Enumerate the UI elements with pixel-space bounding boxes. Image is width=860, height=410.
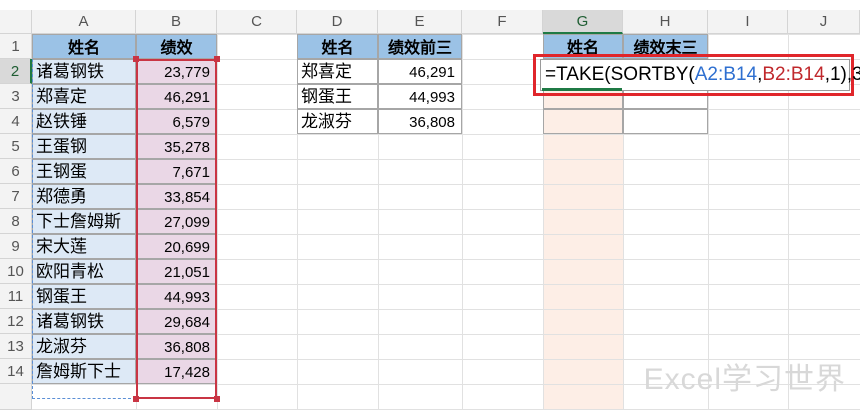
referenced-range-b (136, 59, 217, 399)
spreadsheet[interactable]: A B C D E F G H I J 1 2 3 4 5 6 7 8 9 10… (0, 0, 860, 410)
grid-vline (217, 34, 218, 410)
row-header-2[interactable]: 2 (0, 59, 32, 84)
column-header-c[interactable]: C (217, 10, 297, 34)
column-header-a[interactable]: A (32, 10, 136, 34)
top3-name-cell[interactable]: 钢蛋王 (297, 84, 378, 109)
column-header-j[interactable]: J (788, 10, 860, 34)
grid-vline (462, 34, 463, 410)
select-all-corner[interactable] (0, 10, 32, 34)
row-header-8[interactable]: 8 (0, 209, 32, 234)
cell-g4[interactable] (543, 109, 623, 134)
row-header-6[interactable]: 6 (0, 159, 32, 184)
row-header-7[interactable]: 7 (0, 184, 32, 209)
header-performance[interactable]: 绩效 (136, 34, 217, 59)
cell-h4[interactable] (623, 109, 708, 134)
row-header-13[interactable]: 13 (0, 334, 32, 359)
header-name[interactable]: 姓名 (32, 34, 136, 59)
formula-suffix: ,1),3) (824, 64, 860, 85)
active-cell-indicator (542, 88, 622, 91)
row-header-15[interactable] (0, 384, 32, 410)
column-header-i[interactable]: I (708, 10, 788, 34)
row-header-9[interactable]: 9 (0, 234, 32, 259)
top3-name-cell[interactable]: 龙淑芬 (297, 109, 378, 134)
range-handle[interactable] (133, 396, 139, 402)
column-header-f[interactable]: F (462, 10, 543, 34)
header-name-top3[interactable]: 姓名 (297, 34, 378, 59)
column-header-d[interactable]: D (297, 10, 378, 34)
top3-performance-cell[interactable]: 46,291 (378, 59, 462, 84)
column-header-g[interactable]: G (543, 10, 623, 34)
row-header-1[interactable]: 1 (0, 34, 32, 59)
formula-edit-cell-g2[interactable]: =TAKE(SORTBY(A2:B14,B2:B14,1),3) (540, 59, 860, 91)
formula-prefix: =TAKE(SORTBY( (545, 64, 695, 85)
header-performance-top3[interactable]: 绩效前三 (378, 34, 462, 59)
column-header-e[interactable]: E (378, 10, 462, 34)
row-header-14[interactable]: 14 (0, 359, 32, 384)
row-header-4[interactable]: 4 (0, 109, 32, 134)
top3-name-cell[interactable]: 郑喜定 (297, 59, 378, 84)
top3-performance-cell[interactable]: 44,993 (378, 84, 462, 109)
range-handle[interactable] (214, 56, 220, 62)
referenced-range-a (32, 59, 136, 399)
top3-performance-cell[interactable]: 36,808 (378, 109, 462, 134)
row-header-3[interactable]: 3 (0, 84, 32, 109)
column-header-h[interactable]: H (623, 10, 708, 34)
formula-ref-b2-b14: B2:B14 (762, 64, 825, 85)
range-handle[interactable] (214, 396, 220, 402)
row-header-5[interactable]: 5 (0, 134, 32, 159)
column-header-b[interactable]: B (136, 10, 217, 34)
row-header-12[interactable]: 12 (0, 309, 32, 334)
row-header-11[interactable]: 11 (0, 284, 32, 309)
row-header-10[interactable]: 10 (0, 259, 32, 284)
range-handle[interactable] (133, 56, 139, 62)
watermark: Excel学习世界 (643, 363, 846, 396)
formula-ref-a2-b14: A2:B14 (694, 64, 758, 85)
